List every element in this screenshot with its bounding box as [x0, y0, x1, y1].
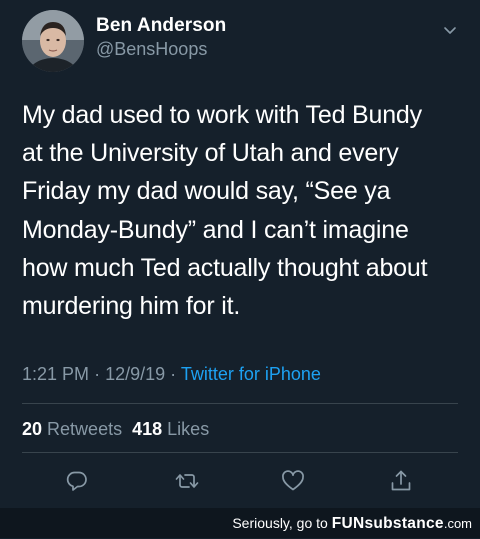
tweet-text-line: murdering him for it.	[22, 292, 241, 321]
author-display-name[interactable]: Ben Anderson	[96, 15, 226, 37]
tweet-stats: 20 Retweets 418 Likes	[22, 419, 209, 440]
tweet-card: Ben Anderson @BensHoops My dad used to w…	[0, 0, 480, 508]
watermark-bar: Seriously, go to FUNsubstance.com	[0, 508, 480, 538]
tweet-text: My dad used to work with Ted Bundy at th…	[22, 96, 462, 325]
likes-count: 418	[132, 419, 163, 439]
chevron-down-icon[interactable]	[442, 22, 458, 38]
tweet-text-line: how much Ted actually thought about	[22, 253, 428, 282]
likes-label: Likes	[167, 419, 210, 439]
divider	[22, 452, 458, 453]
tweet-text-line: at the University of Utah and every	[22, 139, 399, 168]
retweets-stat[interactable]: 20 Retweets	[22, 419, 122, 439]
share-button[interactable]	[388, 468, 414, 494]
retweet-icon	[175, 474, 199, 488]
watermark-brand-tld: .com	[443, 516, 472, 531]
reply-icon	[66, 471, 87, 491]
author-handle[interactable]: @BensHoops	[96, 39, 207, 60]
tweet-date[interactable]: 12/9/19	[105, 364, 165, 384]
avatar[interactable]	[22, 10, 84, 72]
tweet-time[interactable]: 1:21 PM	[22, 364, 89, 384]
retweets-label: Retweets	[47, 419, 123, 439]
watermark-prefix: Seriously, go to	[232, 515, 328, 531]
heart-icon	[282, 470, 304, 491]
divider	[22, 403, 458, 404]
likes-stat[interactable]: 418 Likes	[132, 419, 209, 439]
tweet-text-line: Monday-Bundy” and I can’t imagine	[22, 215, 409, 244]
like-button[interactable]	[280, 468, 306, 494]
meta-separator: ·	[94, 364, 101, 384]
retweets-count: 20	[22, 419, 43, 439]
share-icon	[391, 470, 411, 491]
watermark-brand: FUNsubstance	[331, 515, 444, 532]
meta-separator: ·	[170, 364, 177, 384]
tweet-source-link[interactable]: Twitter for iPhone	[181, 364, 321, 384]
retweet-button[interactable]	[174, 468, 200, 494]
tweet-meta: 1:21 PM · 12/9/19 · Twitter for iPhone	[22, 364, 321, 385]
avatar-photo	[22, 10, 84, 72]
tweet-actions-bar	[0, 468, 480, 494]
reply-button[interactable]	[64, 468, 90, 494]
tweet-text-line: My dad used to work with Ted Bundy	[22, 101, 422, 129]
tweet-text-line: Friday my dad would say, “See ya	[22, 177, 391, 206]
